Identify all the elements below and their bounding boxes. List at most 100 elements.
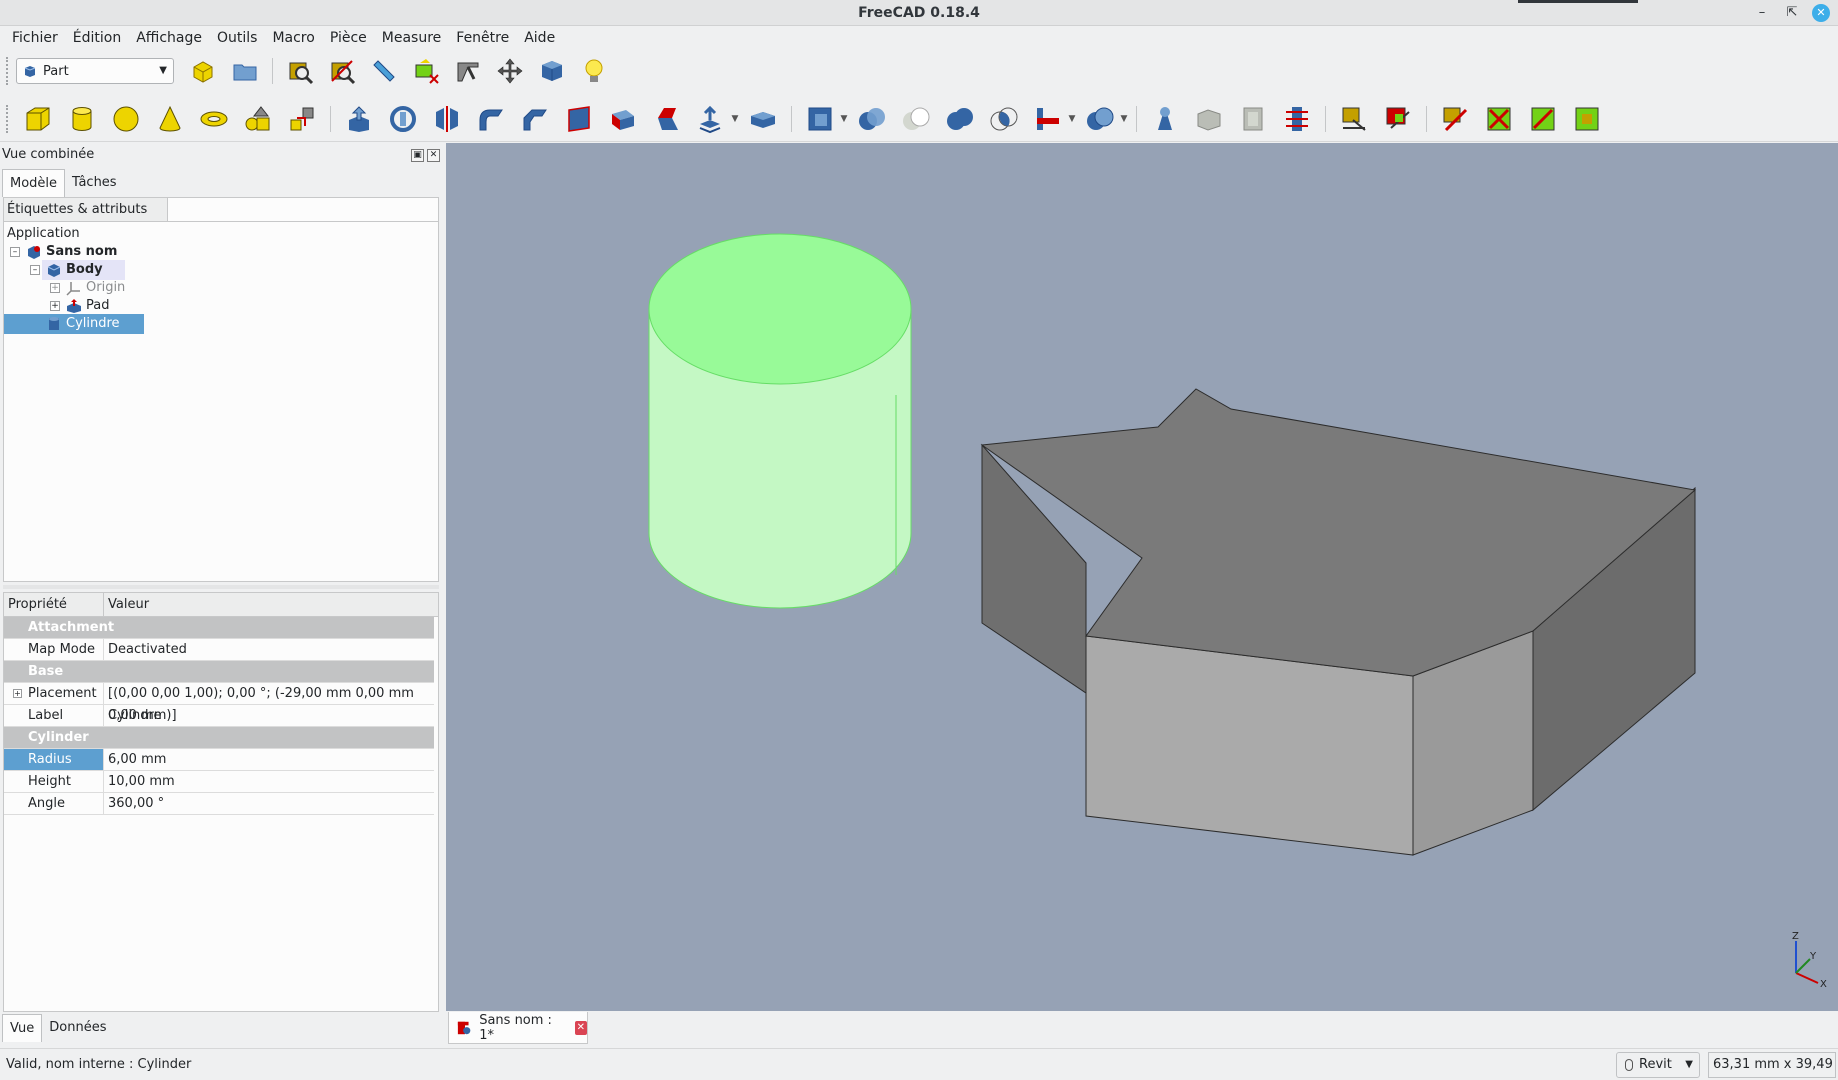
part-extrude-button[interactable] (340, 101, 378, 137)
expand-icon[interactable]: + (50, 301, 60, 311)
join-dropdown-icon[interactable]: ▼ (1066, 101, 1078, 137)
part-sweep-button[interactable] (692, 101, 730, 137)
part-sphere-button[interactable] (107, 101, 145, 137)
move-button[interactable] (492, 53, 528, 89)
tree-item-document[interactable]: – Sans nom (10, 242, 117, 262)
group-base[interactable]: Base (4, 661, 434, 683)
3d-viewport[interactable]: Z Y X (446, 143, 1838, 1011)
new-document-button[interactable] (185, 53, 221, 89)
toolbar-grip[interactable] (6, 57, 10, 85)
tab-taches[interactable]: Tâches (65, 169, 124, 197)
tree-item-origin[interactable]: + Origin (50, 278, 125, 298)
expand-icon[interactable]: + (50, 283, 60, 293)
cylinder-solid[interactable] (648, 233, 912, 609)
part-revolve-button[interactable] (384, 101, 422, 137)
property-value[interactable]: [(0,00 0,00 1,00); 0,00 °; (-29,00 mm 0,… (108, 683, 434, 723)
part-join-features-button[interactable] (1029, 101, 1067, 137)
close-tab-icon[interactable]: ✕ (574, 1020, 587, 1035)
menu-piece[interactable]: Pièce (324, 28, 373, 50)
whats-this-button[interactable] (576, 53, 612, 89)
property-column-header[interactable]: Propriété (4, 593, 104, 617)
part-cut-button[interactable] (897, 101, 935, 137)
part-fuse-button[interactable] (941, 101, 979, 137)
part-cube-button[interactable] (19, 101, 57, 137)
measure-refresh-button[interactable] (1436, 101, 1474, 137)
measure-toggle-all-button[interactable] (1524, 101, 1562, 137)
part-fillet-button[interactable] (472, 101, 510, 137)
close-window-icon[interactable]: ✕ (1812, 4, 1830, 22)
property-value[interactable]: 10,00 mm (108, 771, 175, 792)
tree-item-body[interactable]: – Body (30, 260, 125, 280)
menu-edition[interactable]: Édition (67, 28, 127, 50)
value-column-header[interactable]: Valeur (108, 593, 149, 617)
tree-header[interactable]: Étiquettes & attributs (4, 198, 168, 222)
collapse-icon[interactable]: – (30, 265, 40, 275)
fit-selection-button[interactable] (324, 53, 360, 89)
part-split-button[interactable] (1081, 101, 1119, 137)
part-section-button[interactable] (1234, 101, 1272, 137)
property-row-height[interactable]: Height 10,00 mm (4, 771, 434, 793)
menu-affichage[interactable]: Affichage (130, 28, 208, 50)
part-chamfer-button[interactable] (516, 101, 554, 137)
workbench-select[interactable]: Part ▼ (16, 58, 174, 84)
property-value[interactable]: 360,00 ° (108, 793, 164, 814)
tree-item-pad[interactable]: + Pad (50, 296, 109, 316)
measure-clear-button[interactable] (408, 53, 444, 89)
part-cone-button[interactable] (151, 101, 189, 137)
property-row-radius[interactable]: Radius 6,00 mm (4, 749, 434, 771)
tree-item-application[interactable]: Application (7, 224, 80, 244)
part-make-face-button[interactable] (560, 101, 598, 137)
property-row-map-mode[interactable]: Map Mode Deactivated (4, 639, 434, 661)
tree-item-cylinder[interactable]: Cylindre (4, 314, 144, 334)
part-check-geometry-button[interactable] (1146, 101, 1184, 137)
document-tab[interactable]: Sans nom : 1* ✕ (448, 1012, 588, 1044)
float-panel-icon[interactable]: ▣ (411, 149, 424, 162)
part-primitives-button[interactable] (239, 101, 277, 137)
close-panel-icon[interactable]: ✕ (427, 149, 440, 162)
measure-angular-button[interactable] (1379, 101, 1417, 137)
part-defeaturing-button[interactable] (1190, 101, 1228, 137)
menu-macro[interactable]: Macro (266, 28, 320, 50)
menu-fenetre[interactable]: Fenêtre (450, 28, 515, 50)
part-thickness-button[interactable] (744, 101, 782, 137)
split-dropdown-icon[interactable]: ▼ (1118, 101, 1130, 137)
property-row-angle[interactable]: Angle 360,00 ° (4, 793, 434, 815)
part-torus-button[interactable] (195, 101, 233, 137)
navigation-style-select[interactable]: Revit ▼ (1616, 1052, 1700, 1078)
property-row-label[interactable]: Label Cylindre (4, 705, 434, 727)
measure-linear-button[interactable] (1335, 101, 1373, 137)
menu-measure[interactable]: Measure (376, 28, 448, 50)
part-mirror-button[interactable] (428, 101, 466, 137)
measure-tool-button[interactable] (450, 53, 486, 89)
property-value[interactable]: 6,00 mm (108, 749, 166, 770)
part-cross-sections-button[interactable] (1278, 101, 1316, 137)
property-row-placement[interactable]: + Placement [(0,00 0,00 1,00); 0,00 °; (… (4, 683, 434, 723)
toolbar-grip[interactable] (6, 104, 10, 133)
part-ruled-surface-button[interactable] (604, 101, 642, 137)
part-box-button[interactable] (534, 53, 570, 89)
property-value[interactable]: Deactivated (108, 639, 187, 660)
scene-canvas[interactable]: Z Y X (446, 143, 1838, 1011)
group-cylinder[interactable]: Cylinder (4, 727, 434, 749)
group-attachment[interactable]: Attachment (4, 617, 434, 639)
restore-icon[interactable]: ⇱ (1783, 4, 1801, 22)
menu-aide[interactable]: Aide (518, 28, 561, 50)
fit-all-button[interactable] (282, 53, 318, 89)
part-shape-builder-button[interactable] (283, 101, 321, 137)
part-cylinder-button[interactable] (63, 101, 101, 137)
measure-clear-all-button[interactable] (1480, 101, 1518, 137)
measure-distance-button[interactable] (366, 53, 402, 89)
minimize-icon[interactable]: – (1753, 4, 1771, 22)
part-common-button[interactable] (985, 101, 1023, 137)
tab-vue[interactable]: Vue (2, 1014, 43, 1042)
compound-dropdown-icon[interactable]: ▼ (838, 101, 850, 137)
sweep-dropdown-icon[interactable]: ▼ (729, 101, 741, 137)
collapse-icon[interactable]: – (10, 247, 20, 257)
part-boolean-button[interactable] (853, 101, 891, 137)
open-folder-button[interactable] (227, 53, 263, 89)
tab-donnees[interactable]: Données (42, 1014, 113, 1042)
menu-fichier[interactable]: Fichier (6, 28, 64, 50)
pad-solid[interactable] (980, 388, 1697, 856)
part-loft-button[interactable] (648, 101, 686, 137)
part-compound-button[interactable] (801, 101, 839, 137)
